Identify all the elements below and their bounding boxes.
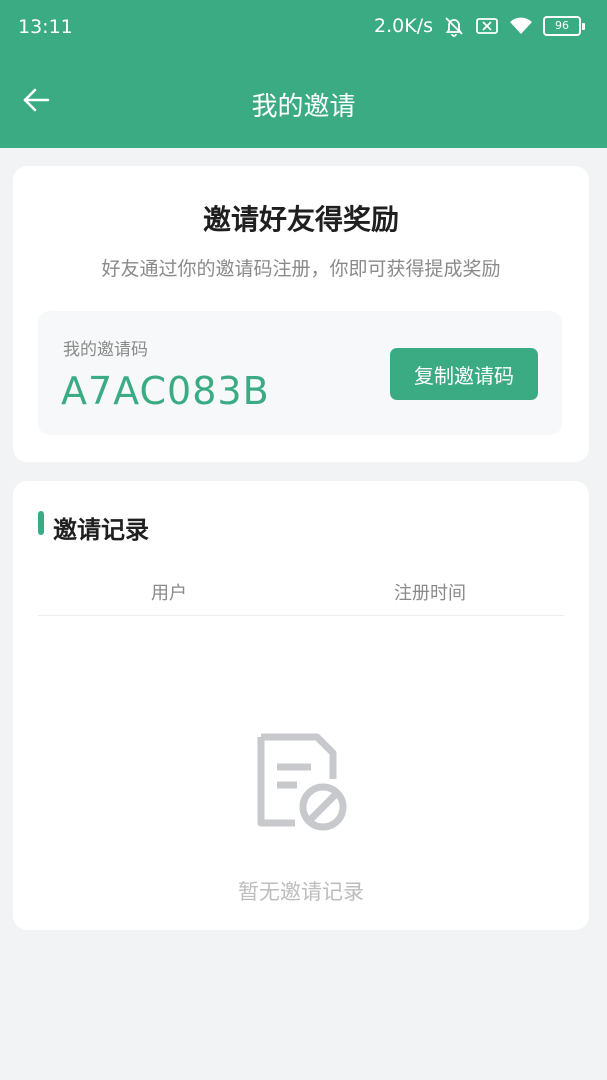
column-header-user: 用户 [151, 583, 187, 604]
status-time: 13:11 [18, 16, 73, 38]
copy-code-button[interactable]: 复制邀请码 [390, 348, 538, 400]
invite-code-box: 我的邀请码 A7AC083B 复制邀请码 [38, 311, 562, 435]
page-title: 我的邀请 [251, 92, 356, 122]
invite-code-label: 我的邀请码 [63, 340, 148, 360]
invite-code-value: A7AC083B [61, 369, 270, 413]
invite-card: 邀请好友得奖励 好友通过你的邀请码注册，你即可获得提成奖励 我的邀请码 A7AC… [13, 166, 589, 462]
status-icons: 2.0K/s 96 [374, 15, 585, 37]
records-card: 邀请记录 用户 注册时间 暂无邀请记录 [13, 481, 589, 930]
sim-x-icon [475, 16, 499, 36]
records-title: 邀请记录 [53, 516, 149, 544]
nav-bar: 我的邀请 [0, 56, 607, 148]
app-header: 13:11 2.0K/s 96 我的邀请 [0, 0, 607, 148]
empty-state-text: 暂无邀请记录 [238, 880, 364, 904]
invite-title: 邀请好友得奖励 [202, 203, 399, 236]
wifi-icon [509, 16, 533, 36]
section-accent-bar [38, 511, 44, 535]
column-header-register-time: 注册时间 [394, 583, 466, 604]
bell-off-icon [443, 15, 465, 37]
battery-icon: 96 [543, 16, 585, 36]
empty-document-icon [253, 731, 349, 835]
invite-subtitle: 好友通过你的邀请码注册，你即可获得提成奖励 [101, 258, 501, 280]
table-divider [38, 615, 564, 616]
status-bar: 13:11 2.0K/s 96 [0, 0, 607, 56]
network-speed: 2.0K/s [374, 15, 433, 37]
